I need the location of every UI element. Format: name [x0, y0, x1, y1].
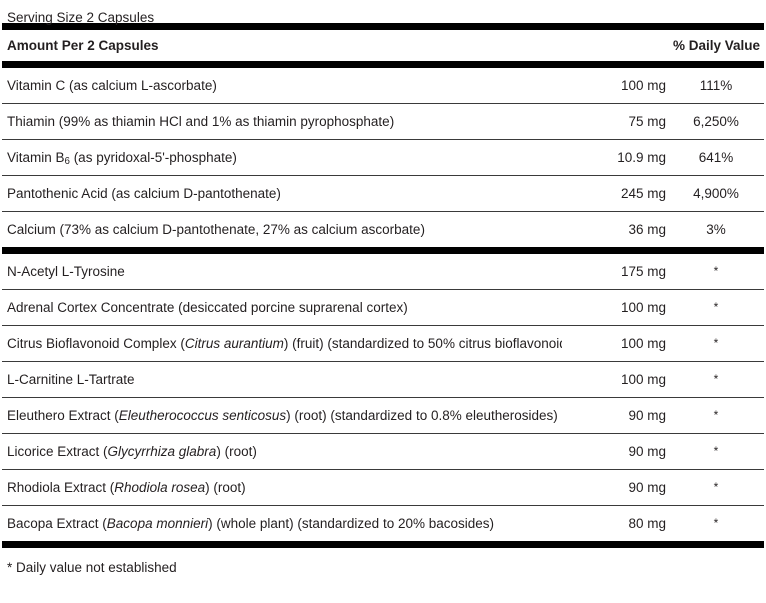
scientific-name: Glycyrrhiza glabra [107, 444, 217, 459]
ingredient-row: Bacopa Extract (Bacopa monnieri) (whole … [2, 506, 764, 541]
rule-thick-under-header [2, 61, 764, 68]
ingredient-daily-value: 3% [706, 222, 726, 237]
amount-per-serving-header: Amount Per 2 Capsules [7, 38, 159, 53]
ingredient-name: L-Carnitine L-Tartrate [7, 372, 135, 387]
ingredient-row: Thiamin (99% as thiamin HCl and 1% as th… [2, 104, 764, 139]
ingredient-amount: 90 mg [628, 444, 666, 459]
ingredient-row: Pantothenic Acid (as calcium D-pantothen… [2, 176, 764, 211]
ingredient-name: Licorice Extract (Glycyrrhiza glabra) (r… [7, 444, 257, 459]
ingredient-daily-value: 4,900% [693, 186, 739, 201]
ingredient-row: Licorice Extract (Glycyrrhiza glabra) (r… [2, 434, 764, 469]
ingredient-name: Vitamin B6 (as pyridoxal-5'-phosphate) [2, 150, 562, 165]
ingredient-daily-value: * [713, 335, 719, 350]
vitamin-subscript: 6 [64, 156, 70, 165]
ingredient-name: Bacopa Extract (Bacopa monnieri) (whole … [7, 516, 495, 531]
ingredient-daily-value: * [713, 479, 719, 494]
ingredient-daily-value: * [713, 407, 719, 422]
ingredient-daily-value: 6,250% [693, 114, 739, 129]
ingredient-row: Adrenal Cortex Concentrate (desiccated p… [2, 290, 764, 325]
ingredient-name: Calcium (73% as calcium D-pantothenate, … [7, 222, 425, 237]
ingredient-daily-value: 641% [698, 150, 734, 165]
ingredient-name: Vitamin C (as calcium L-ascorbate) [7, 78, 217, 93]
ingredient-amount: 36 mg [628, 222, 666, 237]
ingredient-name: Adrenal Cortex Concentrate (desiccated p… [7, 300, 408, 315]
ingredient-daily-value: * [713, 443, 719, 458]
ingredient-amount: 175 mg [620, 264, 666, 279]
daily-value-header: % Daily Value [672, 38, 760, 53]
ingredient-amount: 10.9 mg [617, 150, 666, 165]
ingredient-daily-value: 111% [699, 78, 733, 93]
ingredient-daily-value: * [713, 515, 719, 530]
ingredient-name: Pantothenic Acid (as calcium D-pantothen… [7, 186, 281, 201]
ingredient-row: Vitamin C (as calcium L-ascorbate) 100 mg… [2, 68, 764, 103]
scientific-name: Rhodiola rosea [114, 480, 206, 495]
ingredient-name: Citrus Bioflavonoid Complex (Citrus aura… [7, 336, 562, 351]
ingredient-row: L-Carnitine L-Tartrate 100 mg * [2, 362, 764, 397]
column-header-row: Amount Per 2 Capsules % Daily Value [2, 30, 764, 61]
rule-thick-bottom [2, 541, 764, 548]
supplement-facts-panel: Serving Size 2 Capsules Amount Per 2 Cap… [0, 0, 766, 603]
ingredient-name: Rhodiola Extract (Rhodiola rosea) (root) [7, 480, 246, 495]
ingredient-row: Citrus Bioflavonoid Complex (Citrus aura… [2, 326, 764, 361]
ingredient-amount: 90 mg [628, 408, 666, 423]
ingredient-amount: 80 mg [628, 516, 666, 531]
ingredient-row: N-Acetyl L-Tyrosine 175 mg * [2, 254, 764, 289]
ingredient-amount: 100 mg [620, 300, 666, 315]
ingredient-amount: 75 mg [628, 114, 666, 129]
scientific-name: Bacopa monnieri [106, 516, 209, 531]
ingredient-row: Rhodiola Extract (Rhodiola rosea) (root)… [2, 470, 764, 505]
ingredient-amount: 100 mg [620, 78, 666, 93]
ingredient-daily-value: * [713, 299, 719, 314]
ingredient-daily-value: * [713, 263, 719, 278]
ingredient-name: Eleuthero Extract (Eleutherococcus senti… [7, 408, 558, 423]
ingredient-name: Thiamin (99% as thiamin HCl and 1% as th… [7, 114, 395, 129]
ingredient-row: Eleuthero Extract (Eleutherococcus senti… [2, 398, 764, 433]
ingredient-amount: 100 mg [620, 372, 666, 387]
serving-size-text: Serving Size 2 Capsules [7, 10, 155, 25]
ingredient-row: Vitamin B6 (as pyridoxal-5'-phosphate) 10… [2, 140, 764, 175]
ingredient-daily-value: * [713, 371, 719, 386]
ingredient-row: Calcium (73% as calcium D-pantothenate, … [2, 212, 764, 247]
scientific-name: Eleutherococcus senticosus [118, 408, 287, 423]
ingredient-amount: 90 mg [628, 480, 666, 495]
scientific-name: Citrus aurantium [184, 336, 284, 351]
daily-value-footnote: * Daily value not established [7, 560, 177, 575]
other-ingredients-section: N-Acetyl L-Tyrosine 175 mg * Adrenal Cortex… [2, 254, 764, 541]
vitamins-section: Vitamin C (as calcium L-ascorbate) 100 mg… [2, 68, 764, 247]
rule-thick-mid [2, 247, 764, 254]
ingredient-amount: 100 mg [620, 336, 666, 351]
ingredient-name: N-Acetyl L-Tyrosine [7, 264, 125, 279]
ingredient-amount: 245 mg [620, 186, 666, 201]
